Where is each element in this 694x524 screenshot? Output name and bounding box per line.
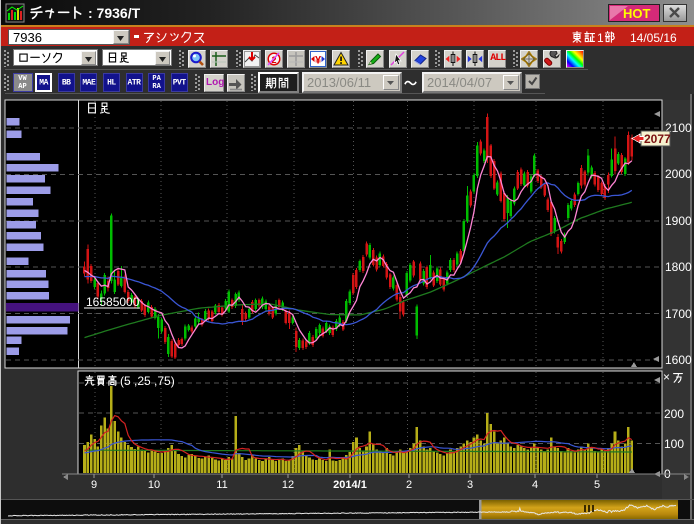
svg-text:1900: 1900 — [665, 214, 692, 228]
svg-text:4: 4 — [532, 479, 538, 491]
svg-text:1800: 1800 — [665, 260, 692, 274]
svg-text:5: 5 — [594, 479, 600, 491]
svg-text:¥: ¥ — [315, 55, 322, 67]
svg-text:12: 12 — [282, 479, 294, 491]
svg-text:2077: 2077 — [644, 132, 671, 146]
svg-text:100: 100 — [664, 437, 684, 451]
svg-text:9: 9 — [91, 479, 97, 491]
svg-text:1700: 1700 — [665, 307, 692, 321]
svg-text:1600: 1600 — [665, 353, 692, 367]
svg-text:10: 10 — [148, 479, 160, 491]
svg-text:2000: 2000 — [665, 167, 692, 181]
svg-text:11: 11 — [216, 479, 227, 491]
svg-text:200: 200 — [664, 407, 684, 421]
svg-text:2: 2 — [406, 479, 412, 491]
svg-text:16585000: 16585000 — [86, 295, 140, 309]
svg-text:2014/1: 2014/1 — [333, 479, 367, 491]
svg-text:3: 3 — [467, 479, 473, 491]
